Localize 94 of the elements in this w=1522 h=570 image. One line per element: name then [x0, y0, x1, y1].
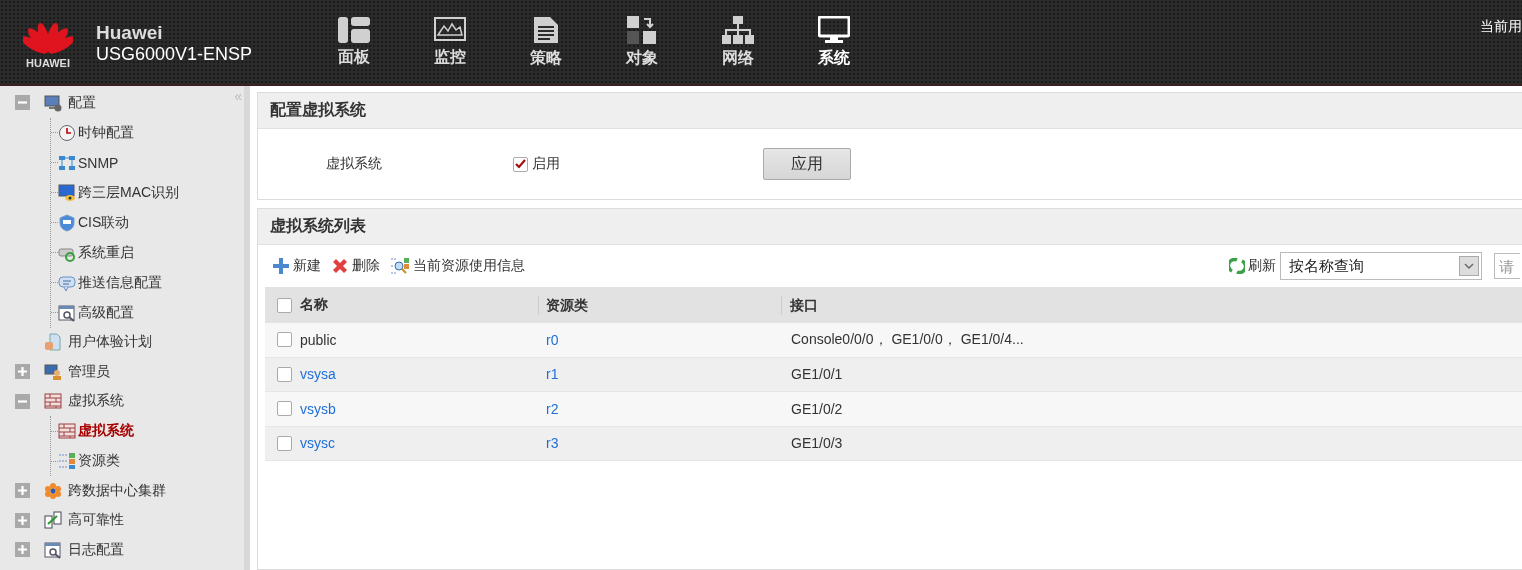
usage-button[interactable]: 当前资源使用信息: [390, 257, 525, 275]
document-icon: [533, 15, 559, 44]
table-cell: Console0/0/0， GE1/0/0， GE1/0/4...: [791, 331, 1024, 348]
expand-toggle[interactable]: [15, 483, 30, 499]
tree-item[interactable]: 用户体验计划: [0, 327, 222, 357]
delete-button[interactable]: 删除: [331, 257, 380, 275]
checkbox[interactable]: [277, 297, 292, 313]
checkbox[interactable]: [277, 332, 292, 348]
nav-tab[interactable]: 对象: [594, 0, 690, 84]
apply-button[interactable]: 应用: [763, 148, 851, 180]
resource-class-link[interactable]: r1: [546, 366, 559, 383]
refresh-icon: [1229, 258, 1245, 274]
checkbox[interactable]: [277, 366, 292, 382]
chevron-down-icon: [1464, 263, 1474, 269]
huawei-logo: HUAWEI: [23, 19, 73, 69]
panel-title: 配置虚拟系统: [258, 93, 1522, 129]
table-cell: GE1/0/3: [791, 435, 843, 452]
column-header: 接口: [790, 296, 818, 313]
resource-class-link[interactable]: r3: [546, 435, 559, 452]
nav-tab[interactable]: 监控: [402, 0, 498, 84]
tree-item[interactable]: 跨三层MAC识别: [51, 177, 244, 208]
name-link[interactable]: vsysc: [300, 435, 335, 452]
tree-item[interactable]: 虚拟系统: [51, 416, 244, 446]
document-hand-icon: [44, 333, 62, 352]
query-select[interactable]: 按名称查询: [1280, 252, 1482, 280]
table-cell: GE1/0/2: [791, 400, 843, 417]
resource-list-icon: [58, 452, 76, 470]
swap-devices-icon: [44, 511, 62, 530]
column-header: 资源类: [546, 296, 588, 313]
tree-item[interactable]: 配置: [0, 88, 222, 118]
plus-icon: [18, 367, 27, 377]
nav-tab[interactable]: 网络: [690, 0, 786, 84]
brand-name: Huawei: [96, 21, 164, 44]
brick-wall-icon: [44, 392, 62, 411]
tree-item[interactable]: 高可靠性: [0, 505, 222, 535]
calendar-wrench-icon: [58, 303, 76, 322]
tree-item[interactable]: 高级配置: [51, 297, 244, 328]
checkbox[interactable]: [277, 435, 292, 451]
collapse-toggle[interactable]: [15, 95, 30, 111]
plus-icon: [18, 545, 27, 555]
dashboard-icon: [338, 16, 370, 43]
expand-toggle[interactable]: [15, 512, 30, 528]
tree-item[interactable]: CIS联动: [51, 207, 244, 238]
resource-class-link[interactable]: r0: [546, 331, 559, 348]
tree-item[interactable]: 资源类: [51, 446, 244, 476]
clock-icon: [58, 123, 76, 142]
plus-icon: [18, 486, 27, 496]
search-field[interactable]: 请: [1494, 253, 1520, 279]
brick-wall-icon: [58, 422, 76, 440]
monitor-icon: [818, 15, 850, 44]
current-user-text: 当前用: [1480, 17, 1522, 36]
device-model: USG6000V1-ENSP: [96, 43, 254, 65]
chart-screen-icon: [434, 16, 466, 43]
tree-item[interactable]: 系统重启: [51, 237, 244, 268]
add-button[interactable]: 新建: [272, 257, 321, 275]
tree-item[interactable]: 推送信息配置: [51, 267, 244, 298]
shield-icon: [58, 213, 76, 232]
calendar-wrench-icon: [44, 540, 62, 559]
tree-item[interactable]: SNMP: [51, 147, 244, 178]
tree-item[interactable]: 日志配置: [0, 535, 222, 565]
table-cell: GE1/0/1: [791, 366, 843, 383]
nav-tab[interactable]: 系统: [786, 0, 882, 84]
flower-icon: [44, 481, 62, 500]
panel-title: 虚拟系统列表: [258, 209, 1522, 245]
delete-x-icon: [331, 257, 349, 275]
admin-user-icon: [44, 362, 62, 381]
table-cell: public: [300, 331, 337, 348]
checkbox-label: 启用: [532, 155, 560, 173]
refresh-button[interactable]: 刷新: [1229, 257, 1276, 275]
resource-class-link[interactable]: r2: [546, 400, 559, 417]
name-link[interactable]: vsysa: [300, 366, 336, 383]
field-label: 虚拟系统: [325, 155, 383, 173]
checkbox[interactable]: [513, 156, 528, 172]
nav-tab[interactable]: 策略: [498, 0, 594, 84]
name-link[interactable]: vsysb: [300, 400, 336, 417]
column-header: 名称: [300, 296, 328, 314]
tree-item[interactable]: 管理员: [0, 357, 222, 387]
tree-item[interactable]: 跨数据中心集群: [0, 476, 222, 506]
topology-icon: [58, 153, 76, 172]
resource-search-icon: [390, 257, 410, 275]
tree-item[interactable]: 时钟配置: [51, 117, 244, 148]
collapse-toggle[interactable]: [15, 393, 30, 409]
expand-toggle[interactable]: [15, 542, 30, 558]
network-icon: [722, 15, 754, 44]
tree-item[interactable]: 虚拟系统: [0, 386, 222, 416]
objects-icon: [627, 15, 657, 44]
chat-bubble-icon: [58, 273, 76, 292]
monitor-eye-icon: [58, 183, 76, 202]
plus-icon: [18, 515, 27, 525]
checkbox[interactable]: [277, 401, 292, 417]
plus-icon: [272, 257, 290, 275]
expand-toggle[interactable]: [15, 364, 30, 380]
nav-tab[interactable]: 面板: [306, 0, 402, 84]
monitor-gear-icon: [44, 93, 62, 112]
